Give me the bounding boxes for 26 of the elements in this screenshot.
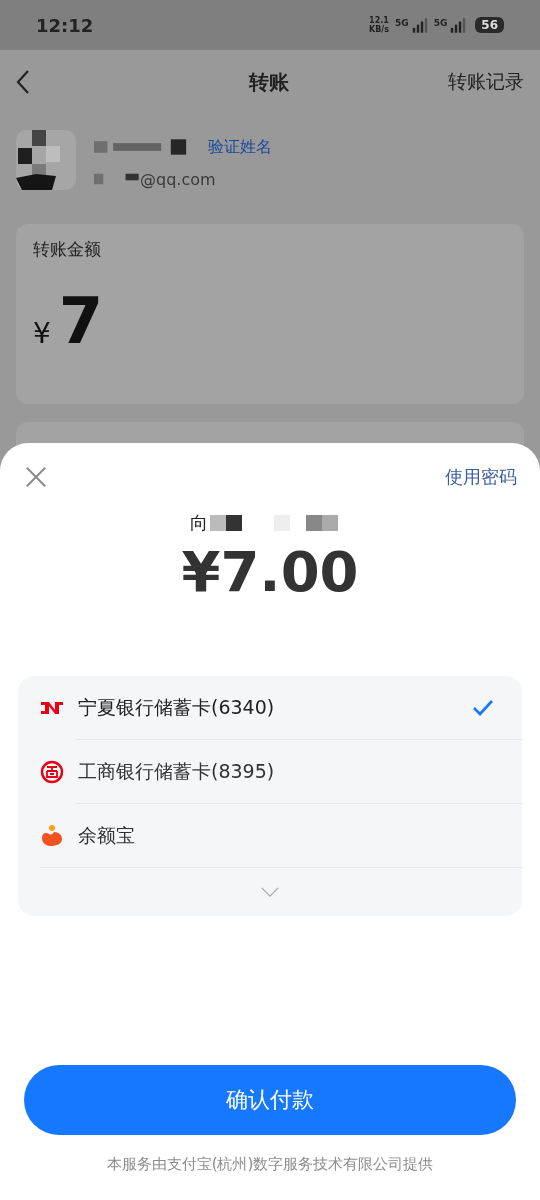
transfer-records-link[interactable]: 转账记录: [448, 69, 524, 95]
recipient-email: @qq.com: [140, 169, 216, 189]
network-label: 5G: [433, 18, 448, 28]
network-label: 5G: [395, 18, 409, 28]
use-password-link[interactable]: 使用密码: [445, 465, 517, 489]
expand-chevron-icon[interactable]: [261, 887, 279, 897]
fish-logo-icon: [40, 824, 64, 848]
check-icon: [472, 699, 494, 717]
service-provider-note: 本服务由支付宝(杭州)数字服务技术有限公司提供: [106, 1155, 434, 1174]
currency-symbol: ¥: [33, 317, 51, 350]
payment-amount: ¥7.00: [181, 539, 359, 604]
avatar-mosaic: [16, 128, 76, 192]
confirm-payment-button[interactable]: 确认付款: [24, 1065, 516, 1135]
net-speed-unit: KB/s: [369, 25, 389, 34]
payee-prefix: 向: [190, 511, 208, 535]
close-icon[interactable]: [25, 466, 47, 488]
amount-label: 转账金额: [33, 238, 102, 261]
back-icon[interactable]: [16, 69, 30, 95]
status-time: 12:12: [36, 14, 94, 36]
battery-level: 56: [475, 17, 504, 33]
amount-value[interactable]: 7: [58, 289, 104, 353]
net-speed-value: 12.1: [369, 16, 389, 25]
signal-icon: [411, 17, 428, 33]
page-title: 转账: [249, 68, 289, 96]
bank-logo-icon: [40, 760, 64, 784]
signal-icon: [450, 17, 467, 33]
